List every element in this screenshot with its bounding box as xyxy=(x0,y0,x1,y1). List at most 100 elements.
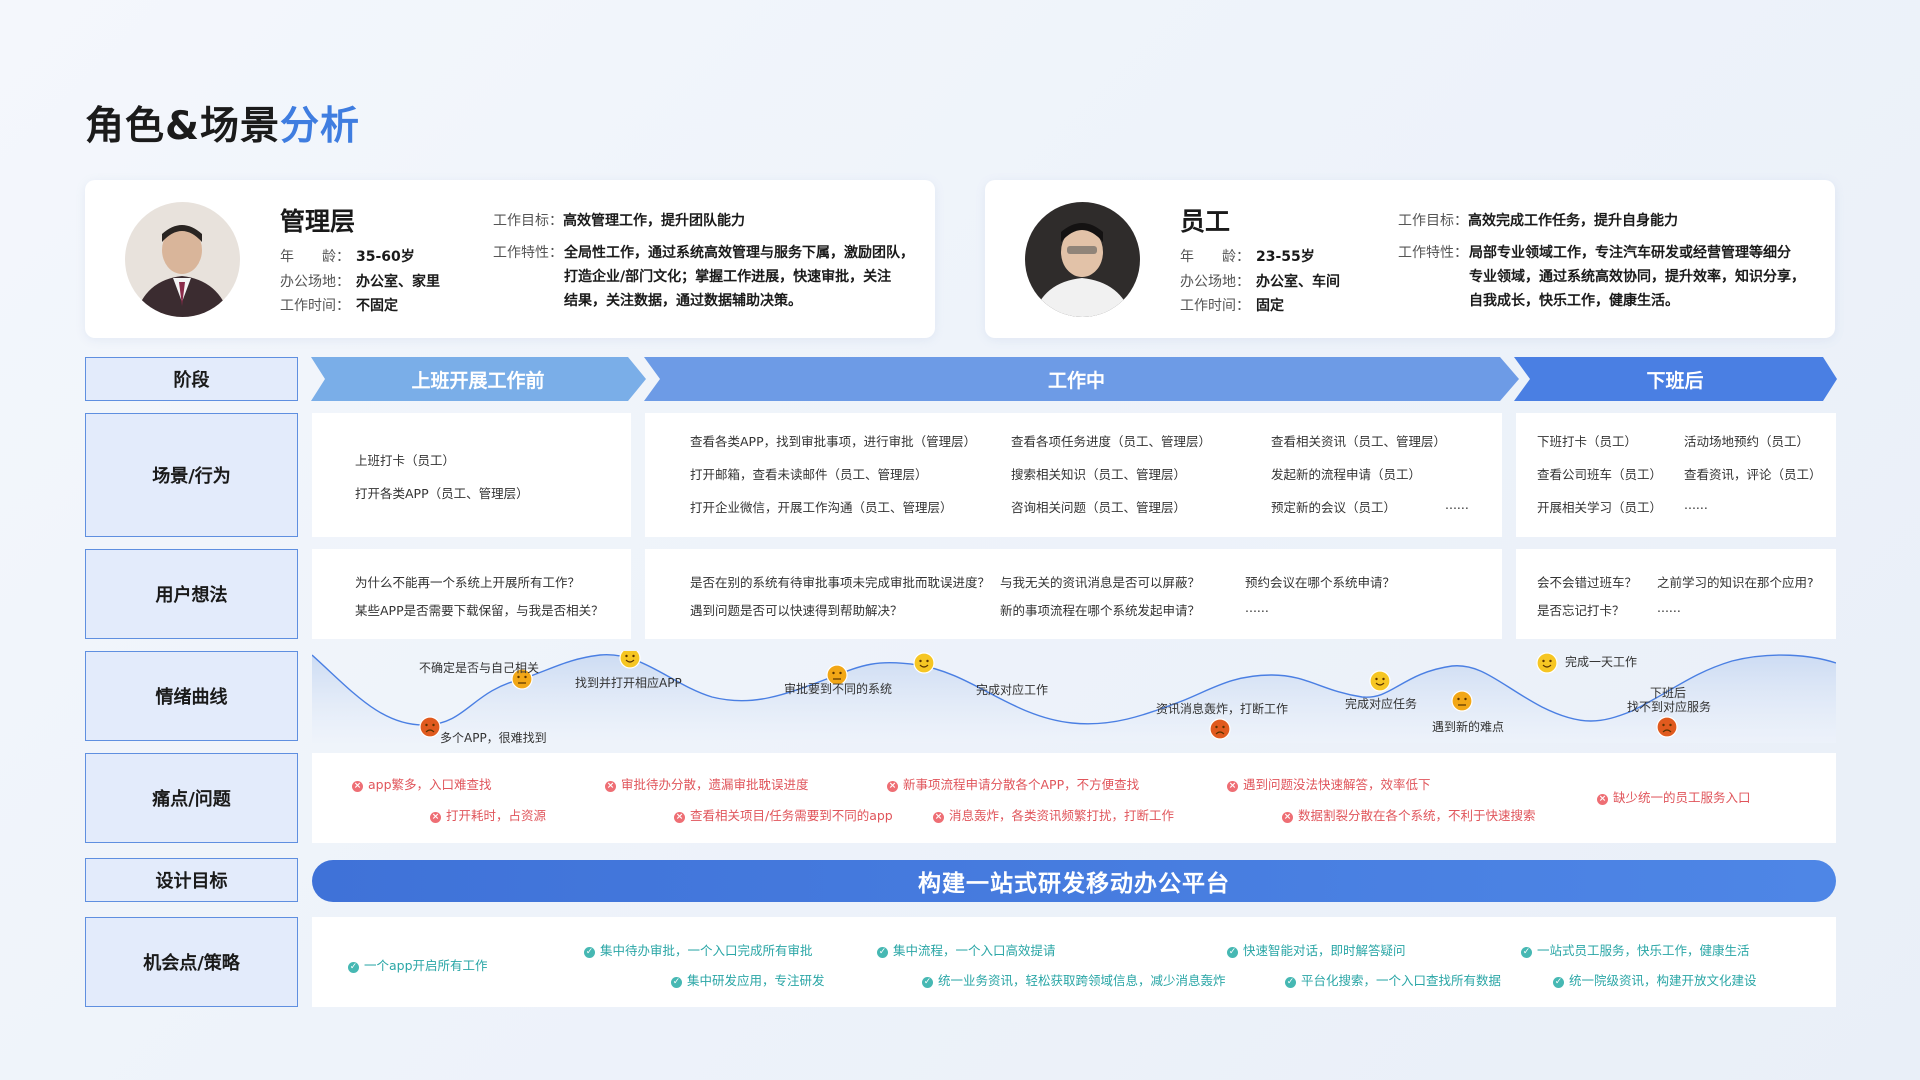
age-value: 35-60岁 xyxy=(356,249,415,265)
title-main: 角色&场景 xyxy=(85,104,281,149)
opportunity-item: ✓ 快速智能对话，即时解答疑问 xyxy=(1227,940,1406,959)
error-icon: × xyxy=(1597,794,1608,805)
opportunity-text: 平台化搜索，一个入口查找所有数据 xyxy=(1301,973,1502,988)
thought-item: 是否在别的系统有待审批事项未完成审批而耽误进度？ xyxy=(690,575,991,590)
thought-cell-during: 是否在别的系统有待审批事项未完成审批而耽误进度？ 遇到问题是否可以快速得到帮助解… xyxy=(645,549,1502,639)
scene-item: 上班打卡（员工） xyxy=(355,453,456,468)
opportunity-item: ✓ 一站式员工服务，快乐工作，健康生活 xyxy=(1521,940,1750,959)
trait-line: 专业领域，通过系统高效协同，提升效率，知识分享， xyxy=(1469,269,1805,285)
goal-label: 工作目标： xyxy=(1398,213,1468,229)
check-icon: ✓ xyxy=(671,977,682,988)
scene-item: 打开邮箱，查看未读邮件（员工、管理层） xyxy=(690,467,928,482)
opportunity-item: ✓ 统一业务资讯，轻松获取跨领域信息，减少消息轰炸 xyxy=(922,970,1226,989)
row-label-opportunity: 机会点/策略 xyxy=(85,917,298,1007)
time-value: 不固定 xyxy=(356,298,398,314)
pain-text: 缺少统一的员工服务入口 xyxy=(1613,790,1751,805)
scene-item: 查看资讯，评论（员工） xyxy=(1684,467,1822,482)
scene-item: 开展相关学习（员工） xyxy=(1537,500,1663,515)
opportunity-item: ✓ 统一院级资讯，构建开放文化建设 xyxy=(1553,970,1757,989)
emotion-label: 找不到对应服务 xyxy=(1627,700,1712,714)
pain-cell: × app繁多，入口难查找 × 打开耗时，占资源 × 审批待办分散，遗漏审批耽误进度 … xyxy=(312,753,1836,843)
check-icon: ✓ xyxy=(877,947,888,958)
opportunity-text: 快速智能对话，即时解答疑问 xyxy=(1243,943,1406,958)
age-label: 年 龄： xyxy=(280,249,350,265)
time-label: 工作时间： xyxy=(280,298,350,314)
row-label-thought: 用户想法 xyxy=(85,549,298,639)
scene-item: 打开企业微信，开展工作沟通（员工、管理层） xyxy=(690,500,953,515)
place-value: 办公室、车间 xyxy=(1256,274,1340,290)
thought-item: ...... xyxy=(1657,600,1681,615)
stage-after: 下班后 xyxy=(1646,369,1704,392)
thought-item: 之前学习的知识在那个应用? xyxy=(1657,575,1814,590)
age-value: 23-55岁 xyxy=(1256,249,1315,265)
error-icon: × xyxy=(1282,812,1293,823)
work-goal: 工作目标：高效管理工作，提升团队能力 xyxy=(493,209,745,233)
row-label-stage: 阶段 xyxy=(85,357,298,401)
time-label: 工作时间： xyxy=(1180,298,1250,314)
scene-cell-before: 上班打卡（员工） 打开各类APP（员工、管理层） xyxy=(312,413,631,537)
row-label-emotion: 情绪曲线 xyxy=(85,651,298,741)
thought-item: 某些APP是否需要下载保留，与我是否相关？ xyxy=(355,603,604,618)
sad-face-icon xyxy=(419,716,441,738)
emotion-label: 遇到新的难点 xyxy=(1432,720,1505,734)
opportunity-text: 统一院级资讯，构建开放文化建设 xyxy=(1569,973,1757,988)
check-icon: ✓ xyxy=(1285,977,1296,988)
opportunity-text: 集中流程，一个入口高效提请 xyxy=(893,943,1056,958)
scene-item: ...... xyxy=(1684,497,1708,512)
emotion-label: 多个APP，很难找到 xyxy=(440,731,547,745)
work-trait-label: 工作特性： xyxy=(1398,241,1468,265)
scene-item: 搜索相关知识（员工、管理层） xyxy=(1011,467,1187,482)
pain-item: × 缺少统一的员工服务入口 xyxy=(1597,787,1751,806)
scene-item: 咨询相关问题（员工、管理层） xyxy=(1011,500,1187,515)
neutral-face-icon xyxy=(1451,690,1473,712)
thought-item: 预约会议在哪个系统申请？ xyxy=(1245,575,1396,590)
thought-item: 遇到问题是否可以快速得到帮助解决？ xyxy=(690,603,903,618)
goal-value: 高效管理工作，提升团队能力 xyxy=(563,213,745,229)
opportunity-item: ✓ 集中流程，一个入口高效提请 xyxy=(877,940,1056,959)
page-title: 角色&场景分析 xyxy=(85,95,360,151)
opportunity-cell: ✓ 一个app开启所有工作 ✓ 集中待办审批，一个入口完成所有审批 ✓ 集中研发应用，… xyxy=(312,917,1836,1007)
error-icon: × xyxy=(1227,781,1238,792)
error-icon: × xyxy=(933,812,944,823)
thought-cell-before: 为什么不能再一个系统上开展所有工作？ 某些APP是否需要下载保留，与我是否相关？ xyxy=(312,549,631,639)
check-icon: ✓ xyxy=(922,977,933,988)
scene-cell-during: 查看各类APP，找到审批事项，进行审批（管理层） 打开邮箱，查看未读邮件（员工、… xyxy=(645,413,1502,537)
persona-name: 员工 xyxy=(1180,207,1231,236)
scene-cell-after: 下班打卡（员工） 查看公司班车（员工） 开展相关学习（员工） 活动场地预约（员工… xyxy=(1516,413,1836,537)
pain-text: 消息轰炸，各类资讯频繁打扰，打断工作 xyxy=(949,808,1175,823)
scene-item: 查看公司班车（员工） xyxy=(1537,467,1663,482)
thought-item: 为什么不能再一个系统上开展所有工作？ xyxy=(355,575,581,590)
emotion-label: 找到并打开相应APP xyxy=(575,676,682,690)
pain-text: 遇到问题没法快速解答，效率低下 xyxy=(1243,777,1431,792)
stage-before: 上班开展工作前 xyxy=(411,369,545,392)
scene-item: 下班打卡（员工） xyxy=(1537,434,1638,449)
check-icon: ✓ xyxy=(1521,947,1532,958)
pain-text: 审批待办分散，遗漏审批耽误进度 xyxy=(621,777,809,792)
trait-label: 工作特性： xyxy=(493,245,563,261)
scene-item: 查看各类APP，找到审批事项，进行审批（管理层） xyxy=(690,434,977,449)
thought-item: 新的事项流程在哪个系统发起申请？ xyxy=(1000,603,1201,618)
pain-text: 新事项流程申请分散各个APP，不方便查找 xyxy=(903,777,1140,792)
work-trait-label: 工作特性： xyxy=(493,241,563,265)
trait-line: 结果，关注数据，通过数据辅助决策。 xyxy=(564,293,802,309)
pain-item: × 审批待办分散，遗漏审批耽误进度 xyxy=(605,774,809,793)
sad-face-icon xyxy=(1656,716,1678,738)
opportunity-item: ✓ 一个app开启所有工作 xyxy=(348,955,488,974)
trait-label: 工作特性： xyxy=(1398,245,1468,261)
scene-item: 打开各类APP（员工、管理层） xyxy=(355,486,529,501)
avatar-manager xyxy=(125,202,240,317)
thought-item: 是否忘记打卡？ xyxy=(1537,603,1625,618)
persona-name: 管理层 xyxy=(280,207,356,236)
happy-face-icon xyxy=(619,651,641,669)
pain-text: 数据割裂分散在各个系统，不利于快速搜索 xyxy=(1298,808,1536,823)
pain-item: × app繁多，入口难查找 xyxy=(352,774,492,793)
row-label-goal: 设计目标 xyxy=(85,858,298,902)
check-icon: ✓ xyxy=(348,962,359,973)
error-icon: × xyxy=(887,781,898,792)
pain-item: × 查看相关项目/任务需要到不同的app xyxy=(674,805,893,824)
opportunity-item: ✓ 集中待办审批，一个入口完成所有审批 xyxy=(584,940,813,959)
time-value: 固定 xyxy=(1256,298,1284,314)
check-icon: ✓ xyxy=(584,947,595,958)
error-icon: × xyxy=(674,812,685,823)
trait-line: 打造企业/部门文化；掌握工作进展，快速审批，关注 xyxy=(564,269,892,285)
